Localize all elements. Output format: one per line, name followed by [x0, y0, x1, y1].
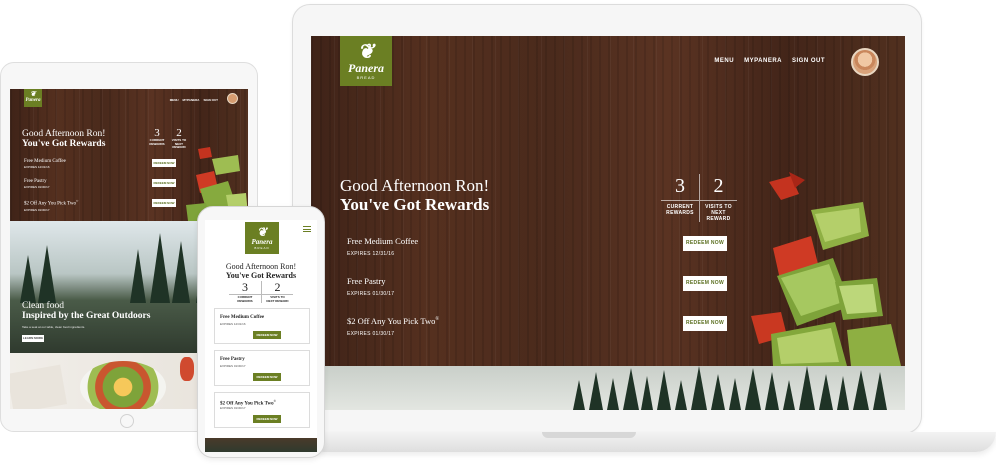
offer-title: Free Pastry — [347, 276, 386, 286]
offer-title: $2 Off Any You Pick Two — [24, 201, 76, 207]
stat-visits-label-2: NEXT REWARD — [266, 298, 289, 303]
nav-menu[interactable]: MENU — [170, 98, 179, 102]
logo-sub: BREAD — [356, 75, 376, 80]
panera-logo[interactable]: ❦ Panera BREAD — [245, 222, 279, 254]
stat-visits-value: 2 — [262, 281, 293, 295]
rewards-hero: ❦ Panera BREAD MENU MYPANERA SIGN OUT Go… — [311, 36, 905, 366]
stat-visits: 2 VISITS TO NEXT REWARD — [261, 281, 293, 303]
logo-name: Panera — [348, 61, 384, 75]
redeem-button[interactable]: REDEEM NOW — [683, 316, 727, 331]
greeting-line-2: You've Got Rewards — [22, 139, 106, 149]
stat-current-label-2: REWARDS — [666, 210, 694, 216]
offer-item: Free Medium Coffee EXPIRES 12/31/16 REDE… — [24, 159, 176, 179]
panera-leaf-icon: ❦ — [357, 41, 375, 63]
redeem-button[interactable]: REDEEM NOW — [152, 159, 176, 167]
stat-current-rewards: 3 CURRENT REWARDS — [661, 174, 699, 222]
greeting-line-2: You've Got Rewards — [340, 195, 490, 214]
offer-card: $2 Off Any You Pick Two® EXPIRES 01/30/1… — [214, 392, 310, 428]
forest-banner — [311, 366, 905, 410]
offer-item: Free Pastry EXPIRES 01/30/17 REDEEM NOW — [347, 276, 727, 316]
nav-mypanera[interactable]: MYPANERA — [183, 98, 200, 102]
offer-title: Free Medium Coffee — [220, 315, 265, 320]
top-nav: MENU MYPANERA SIGN OUT — [714, 58, 825, 64]
offer-title: Free Pastry — [220, 357, 245, 362]
reward-stats: 3 CURRENT REWARDS 2 VISITS TO NEXT REWAR… — [661, 174, 737, 222]
redeem-button[interactable]: REDEEM NOW — [152, 179, 176, 187]
greeting-line-1: Good Afternoon Ron! — [340, 176, 490, 195]
offer-expiry: EXPIRES 01/30/17 — [24, 207, 50, 212]
offer-item: Free Medium Coffee EXPIRES 12/31/16 REDE… — [347, 236, 727, 276]
laptop-screen: ❦ Panera BREAD MENU MYPANERA SIGN OUT Go… — [311, 36, 905, 410]
greeting: Good Afternoon Ron! You've Got Rewards — [22, 129, 105, 149]
offer-card: Free Medium Coffee EXPIRES 12/31/16 REDE… — [214, 308, 310, 344]
tablet-home-button[interactable] — [120, 414, 134, 428]
redeem-button[interactable]: REDEEM NOW — [683, 236, 727, 251]
feature-subtext: Take a seat at our table, clean food ing… — [22, 325, 86, 329]
redeem-button[interactable]: REDEEM NOW — [253, 373, 281, 381]
greeting: Good Afternoon Ron! You've Got Rewards — [340, 176, 489, 214]
logo-sub: BREAD — [254, 246, 270, 250]
panera-leaf-icon: ❦ — [256, 225, 268, 239]
offer-expiry: EXPIRES 01/30/17 — [220, 364, 246, 368]
stat-visits: 2 VISITS TO NEXT REWARD — [699, 174, 737, 222]
nav-mypanera[interactable]: MYPANERA — [744, 58, 782, 64]
logo-name: Panera — [25, 98, 41, 103]
phone-bottom-image — [205, 438, 317, 452]
top-nav: MENU MYPANERA SIGN OUT — [170, 98, 218, 102]
offer-expiry: EXPIRES 01/30/17 — [347, 291, 395, 297]
offer-list: Free Medium Coffee EXPIRES 12/31/16 REDE… — [347, 236, 727, 356]
offer-card: Free Pastry EXPIRES 01/30/17 REDEEM NOW — [214, 350, 310, 386]
tablet-rewards-hero: ❦ Panera MENU MYPANERA SIGN OUT Good Aft… — [10, 89, 248, 221]
stat-current-rewards: 3 CURRENT REWARDS — [146, 127, 168, 150]
panera-leaf-icon: ❦ — [30, 90, 36, 98]
stat-visits-label-3: REWARD — [706, 216, 731, 222]
stat-current-value: 3 — [229, 281, 261, 295]
greeting-line-1: Good Afternoon Ron! — [225, 262, 297, 271]
offer-expiry: EXPIRES 01/30/17 — [220, 406, 246, 410]
laptop-base — [304, 432, 996, 452]
logo-name: Panera — [251, 238, 273, 246]
reward-stats: 3 CURRENT REWARDS 2 VISITS TO NEXT REWAR… — [229, 281, 293, 303]
registered-mark: ® — [273, 399, 276, 403]
panera-logo[interactable]: ❦ Panera BREAD — [340, 36, 392, 86]
reward-stats: 3 CURRENT REWARDS 2 VISITS TO NEXT REWAR… — [146, 127, 190, 150]
offer-title: $2 Off Any You Pick Two — [347, 316, 436, 326]
feature-line-2: Inspired by the Great Outdoors — [22, 311, 151, 321]
learn-more-button[interactable]: LEARN MORE — [22, 335, 44, 342]
redeem-button[interactable]: REDEEM NOW — [683, 276, 727, 291]
offer-expiry: EXPIRES 12/31/16 — [220, 322, 246, 326]
nav-sign-out[interactable]: SIGN OUT — [203, 98, 218, 102]
feature-heading: Clean food Inspired by the Great Outdoor… — [22, 301, 150, 321]
panera-logo[interactable]: ❦ Panera — [24, 89, 42, 107]
registered-mark: ® — [75, 199, 79, 203]
redeem-button[interactable]: REDEEM NOW — [253, 415, 281, 423]
redeem-button[interactable]: REDEEM NOW — [253, 331, 281, 339]
nav-menu[interactable]: MENU — [714, 58, 734, 64]
redeem-button[interactable]: REDEEM NOW — [152, 199, 176, 207]
offer-item: $2 Off Any You Pick Two® EXPIRES 01/30/1… — [24, 199, 176, 219]
hamburger-icon[interactable] — [303, 226, 311, 232]
user-avatar[interactable] — [851, 48, 879, 76]
produce-image — [751, 172, 901, 366]
nav-sign-out[interactable]: SIGN OUT — [792, 58, 825, 64]
stat-current-label-2: REWARDS — [237, 298, 253, 303]
feature-line-1: Clean food — [22, 301, 64, 311]
offer-title: Free Medium Coffee — [347, 236, 419, 246]
laptop-notch — [542, 432, 636, 438]
stat-visits-value: 2 — [700, 174, 737, 201]
stat-current-label: CURRENT REWARDS — [149, 138, 165, 146]
stat-current-value: 3 — [661, 174, 699, 201]
greeting-line-2: You've Got Rewards — [225, 271, 297, 280]
user-avatar[interactable] — [227, 93, 238, 104]
offer-expiry: EXPIRES 01/30/17 — [347, 331, 395, 337]
registered-mark: ® — [435, 317, 440, 323]
greeting: Good Afternoon Ron! You've Got Rewards — [205, 262, 317, 280]
offer-list: Free Medium Coffee EXPIRES 12/31/16 REDE… — [24, 159, 176, 219]
offer-item: $2 Off Any You Pick Two® EXPIRES 01/30/1… — [347, 316, 727, 356]
stat-current-rewards: 3 CURRENT REWARDS — [229, 281, 261, 303]
phone-screen: ❦ Panera BREAD Good Afternoon Ron! You'v… — [205, 220, 317, 452]
greeting-line-1: Good Afternoon Ron! — [22, 129, 106, 139]
offer-expiry: EXPIRES 12/31/16 — [347, 251, 395, 257]
offer-item: Free Pastry EXPIRES 01/30/17 REDEEM NOW — [24, 179, 176, 199]
